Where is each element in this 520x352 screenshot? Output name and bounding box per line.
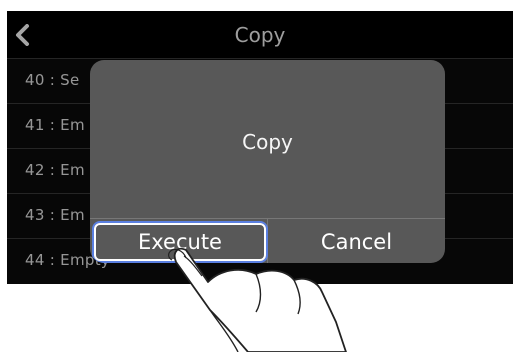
pointing-hand-icon bbox=[168, 247, 347, 352]
